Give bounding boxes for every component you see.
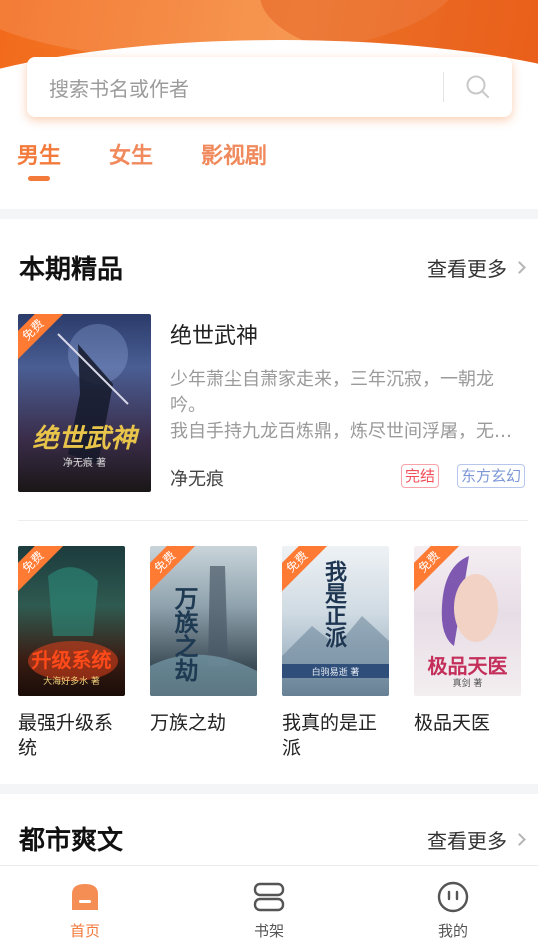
featured-book-description: 少年萧尘自萧家走来，三年沉寂，一朝龙 吟。 我自手持九龙百炼鼎，炼尽世间浮屠，无… [170,367,515,445]
cover-title: 万族之劫 [170,586,198,682]
nav-label: 首页 [69,922,100,940]
cover-author: 白驹易逝 著 [311,668,360,678]
nav-profile[interactable]: 我的 [393,866,513,941]
section-divider [0,209,538,219]
book-title[interactable]: 极品天医 [414,711,534,736]
status-badge: 完结 [401,464,440,488]
nav-label: 书架 [253,922,284,940]
search-input[interactable]: 搜索书名或作者 [27,73,443,102]
view-more-label: 查看更多 [427,829,507,853]
bookshelf-icon [253,882,285,912]
book-title[interactable]: 最强升级系统 [18,711,130,761]
featured-book-title[interactable]: 绝世武神 [170,318,258,350]
search-bar[interactable]: 搜索书名或作者 [27,57,512,117]
desc-line: 吟。 [170,395,206,416]
search-icon[interactable] [444,57,512,117]
view-more-label: 查看更多 [427,257,507,281]
cover-title: 绝世武神 [32,424,137,454]
genre-badge: 东方玄幻 [457,464,526,488]
view-more-link[interactable]: 查看更多 [427,825,526,854]
bottom-navigation: 首页 书架 我的 [0,865,538,941]
cover-title: 升级系统 [31,648,112,672]
featured-book-cover[interactable]: 免费 绝世武神 净无痕 著 [18,314,151,492]
tab-female[interactable]: 女生 [109,138,153,170]
cover-author: 净无痕 著 [62,458,107,469]
section-title: 本期精品 [19,255,124,285]
cover-title: 我是正派 [321,560,346,648]
desc-line: 我自手持九龙百炼鼎，炼尽世间浮屠，无敌于世 [170,421,515,442]
nav-bookshelf[interactable]: 书架 [209,866,329,941]
desc-line: 少年萧尘自萧家走来，三年沉寂，一朝龙 [170,369,494,390]
book-cover[interactable]: 免费 我是正派 白驹易逝 著 [282,546,389,696]
tab-film[interactable]: 影视剧 [201,138,267,170]
tab-male[interactable]: 男生 [17,138,61,170]
row-divider [18,520,528,521]
book-cover[interactable]: 免费 升级系统 大海好多水 著 [18,546,125,696]
chevron-right-icon [513,261,526,274]
cover-title: 极品天医 [427,654,508,678]
book-title[interactable]: 万族之劫 [150,711,270,736]
nav-home[interactable]: 首页 [25,866,145,941]
home-icon [72,884,98,910]
profile-icon [437,881,469,913]
book-title[interactable]: 我真的是正派 [282,711,394,761]
category-tabs: 男生 女生 影视剧 [0,138,538,188]
tab-indicator [28,176,50,181]
nav-label: 我的 [437,922,468,940]
cover-author: 真剑 著 [452,679,483,689]
view-more-link[interactable]: 查看更多 [427,253,526,282]
chevron-right-icon [513,833,526,846]
book-cover[interactable]: 免费 万族之劫 [150,546,257,696]
cover-author: 大海好多水 著 [43,677,100,687]
section-title: 都市爽文 [19,826,124,856]
featured-book-author: 净无痕 [170,469,224,490]
book-cover[interactable]: 免费 极品天医 真剑 著 [414,546,521,696]
section-divider [0,784,538,794]
